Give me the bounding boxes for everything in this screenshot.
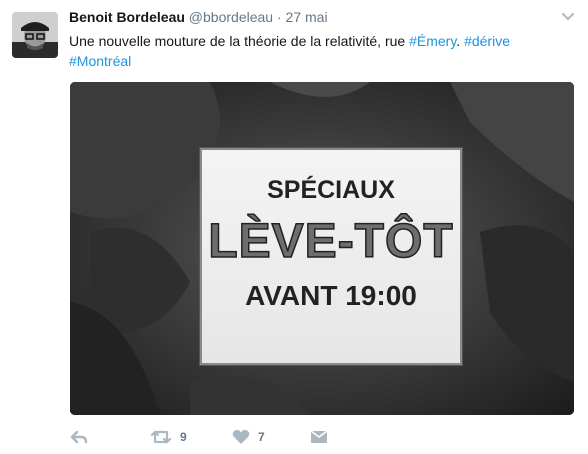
heart-icon xyxy=(232,429,250,444)
separator-dot: · xyxy=(276,9,282,25)
avatar-image xyxy=(12,12,58,58)
reply-icon xyxy=(70,430,88,444)
retweet-button[interactable]: 9 xyxy=(150,426,187,448)
sign-line-3: AVANT 19:00 xyxy=(245,280,417,311)
sign-line-1: SPÉCIAUX xyxy=(267,176,395,204)
reply-button[interactable] xyxy=(70,426,88,448)
retweet-icon xyxy=(150,430,172,444)
direct-message-icon xyxy=(310,430,328,443)
direct-message-button[interactable] xyxy=(310,426,328,448)
author-handle[interactable]: @bbordeleau xyxy=(189,9,273,25)
hashtag-montreal[interactable]: #Montréal xyxy=(69,53,131,69)
hashtag-emery[interactable]: #Émery xyxy=(409,33,456,49)
tweet-photo[interactable]: SPÉCIAUX LÈVE-TÔT AVANT 19:00 xyxy=(70,82,574,415)
timestamp[interactable]: 27 mai xyxy=(286,9,328,25)
tweet-actions: 9 7 xyxy=(0,426,588,448)
tweet-text-body: Une nouvelle mouture de la théorie de la… xyxy=(69,33,410,49)
sign-line-2: LÈVE-TÔT xyxy=(208,214,454,269)
like-count: 7 xyxy=(258,430,265,444)
avatar[interactable] xyxy=(12,12,58,58)
like-button[interactable]: 7 xyxy=(232,426,265,448)
author-name[interactable]: Benoit Bordeleau xyxy=(69,9,185,25)
hashtag-derive[interactable]: #dérive xyxy=(464,33,510,49)
tweet-text-punct: . xyxy=(456,33,465,49)
sign: SPÉCIAUX LÈVE-TÔT AVANT 19:00 xyxy=(200,148,462,365)
tweet-text: Une nouvelle mouture de la théorie de la… xyxy=(69,31,574,71)
tweet-header: Benoit Bordeleau @bbordeleau · 27 mai xyxy=(69,9,328,25)
retweet-count: 9 xyxy=(180,430,187,444)
chevron-down-icon[interactable] xyxy=(562,12,574,22)
